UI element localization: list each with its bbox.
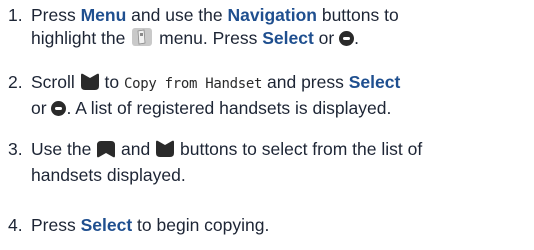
ok-button-icon	[51, 101, 67, 116]
step-2: 2. Scroll to Copy from Handset and press …	[8, 71, 528, 120]
step-1: 1. Press Menu and use the Navigation butt…	[8, 4, 528, 53]
handset-menu-icon	[130, 27, 154, 53]
step-number: 3.	[8, 139, 23, 159]
text: menu. Press	[154, 28, 263, 48]
text: to begin copying.	[132, 215, 270, 235]
keyword-menu: Menu	[80, 5, 127, 25]
step-1-line-2: highlight the menu. Press Select or .	[8, 27, 528, 53]
text: handsets displayed.	[31, 165, 186, 185]
step-number: 4.	[8, 215, 23, 235]
text: or	[313, 28, 340, 48]
text: highlight the	[31, 28, 131, 48]
display-text-copy-from-handset: Copy from Handset	[123, 76, 263, 92]
instruction-list: 1. Press Menu and use the Navigation butt…	[0, 0, 534, 250]
text: and use the	[126, 5, 228, 25]
step-3: 3. Use the and buttons to select from the…	[8, 138, 528, 187]
step-number: 1.	[8, 5, 23, 25]
ok-button-icon	[339, 31, 355, 46]
step-2-line-2: or . A list of registered handsets is di…	[8, 97, 528, 120]
step-number: 2.	[8, 72, 23, 92]
scroll-down-icon	[80, 73, 100, 97]
text: Press	[31, 215, 81, 235]
step-3-line-2: handsets displayed.	[8, 164, 528, 187]
step-4: 4. Press Select to begin copying.	[8, 214, 528, 237]
keyword-select: Select	[80, 215, 133, 235]
step-3-line-1: 3. Use the and buttons to select from the…	[8, 138, 528, 164]
text: to	[99, 72, 124, 92]
text: Use the	[31, 139, 97, 159]
step-1-line-1: 1. Press Menu and use the Navigation butt…	[8, 4, 528, 27]
text: buttons to select from the list of	[175, 139, 423, 159]
text: or	[31, 98, 52, 118]
step-4-line-1: 4. Press Select to begin copying.	[8, 214, 528, 237]
text: . A list of registered handsets is displ…	[66, 98, 392, 118]
keyword-select: Select	[348, 72, 401, 92]
text: Scroll	[31, 72, 80, 92]
text: .	[354, 28, 359, 48]
scroll-up-icon	[96, 140, 116, 164]
step-2-line-1: 2. Scroll to Copy from Handset and press …	[8, 71, 528, 97]
text: buttons to	[316, 5, 399, 25]
keyword-select: Select	[262, 28, 314, 48]
text: Press	[31, 5, 81, 25]
text: and press	[262, 72, 349, 92]
text: and	[116, 139, 156, 159]
scroll-down-icon	[155, 140, 175, 164]
keyword-navigation: Navigation	[227, 5, 317, 25]
